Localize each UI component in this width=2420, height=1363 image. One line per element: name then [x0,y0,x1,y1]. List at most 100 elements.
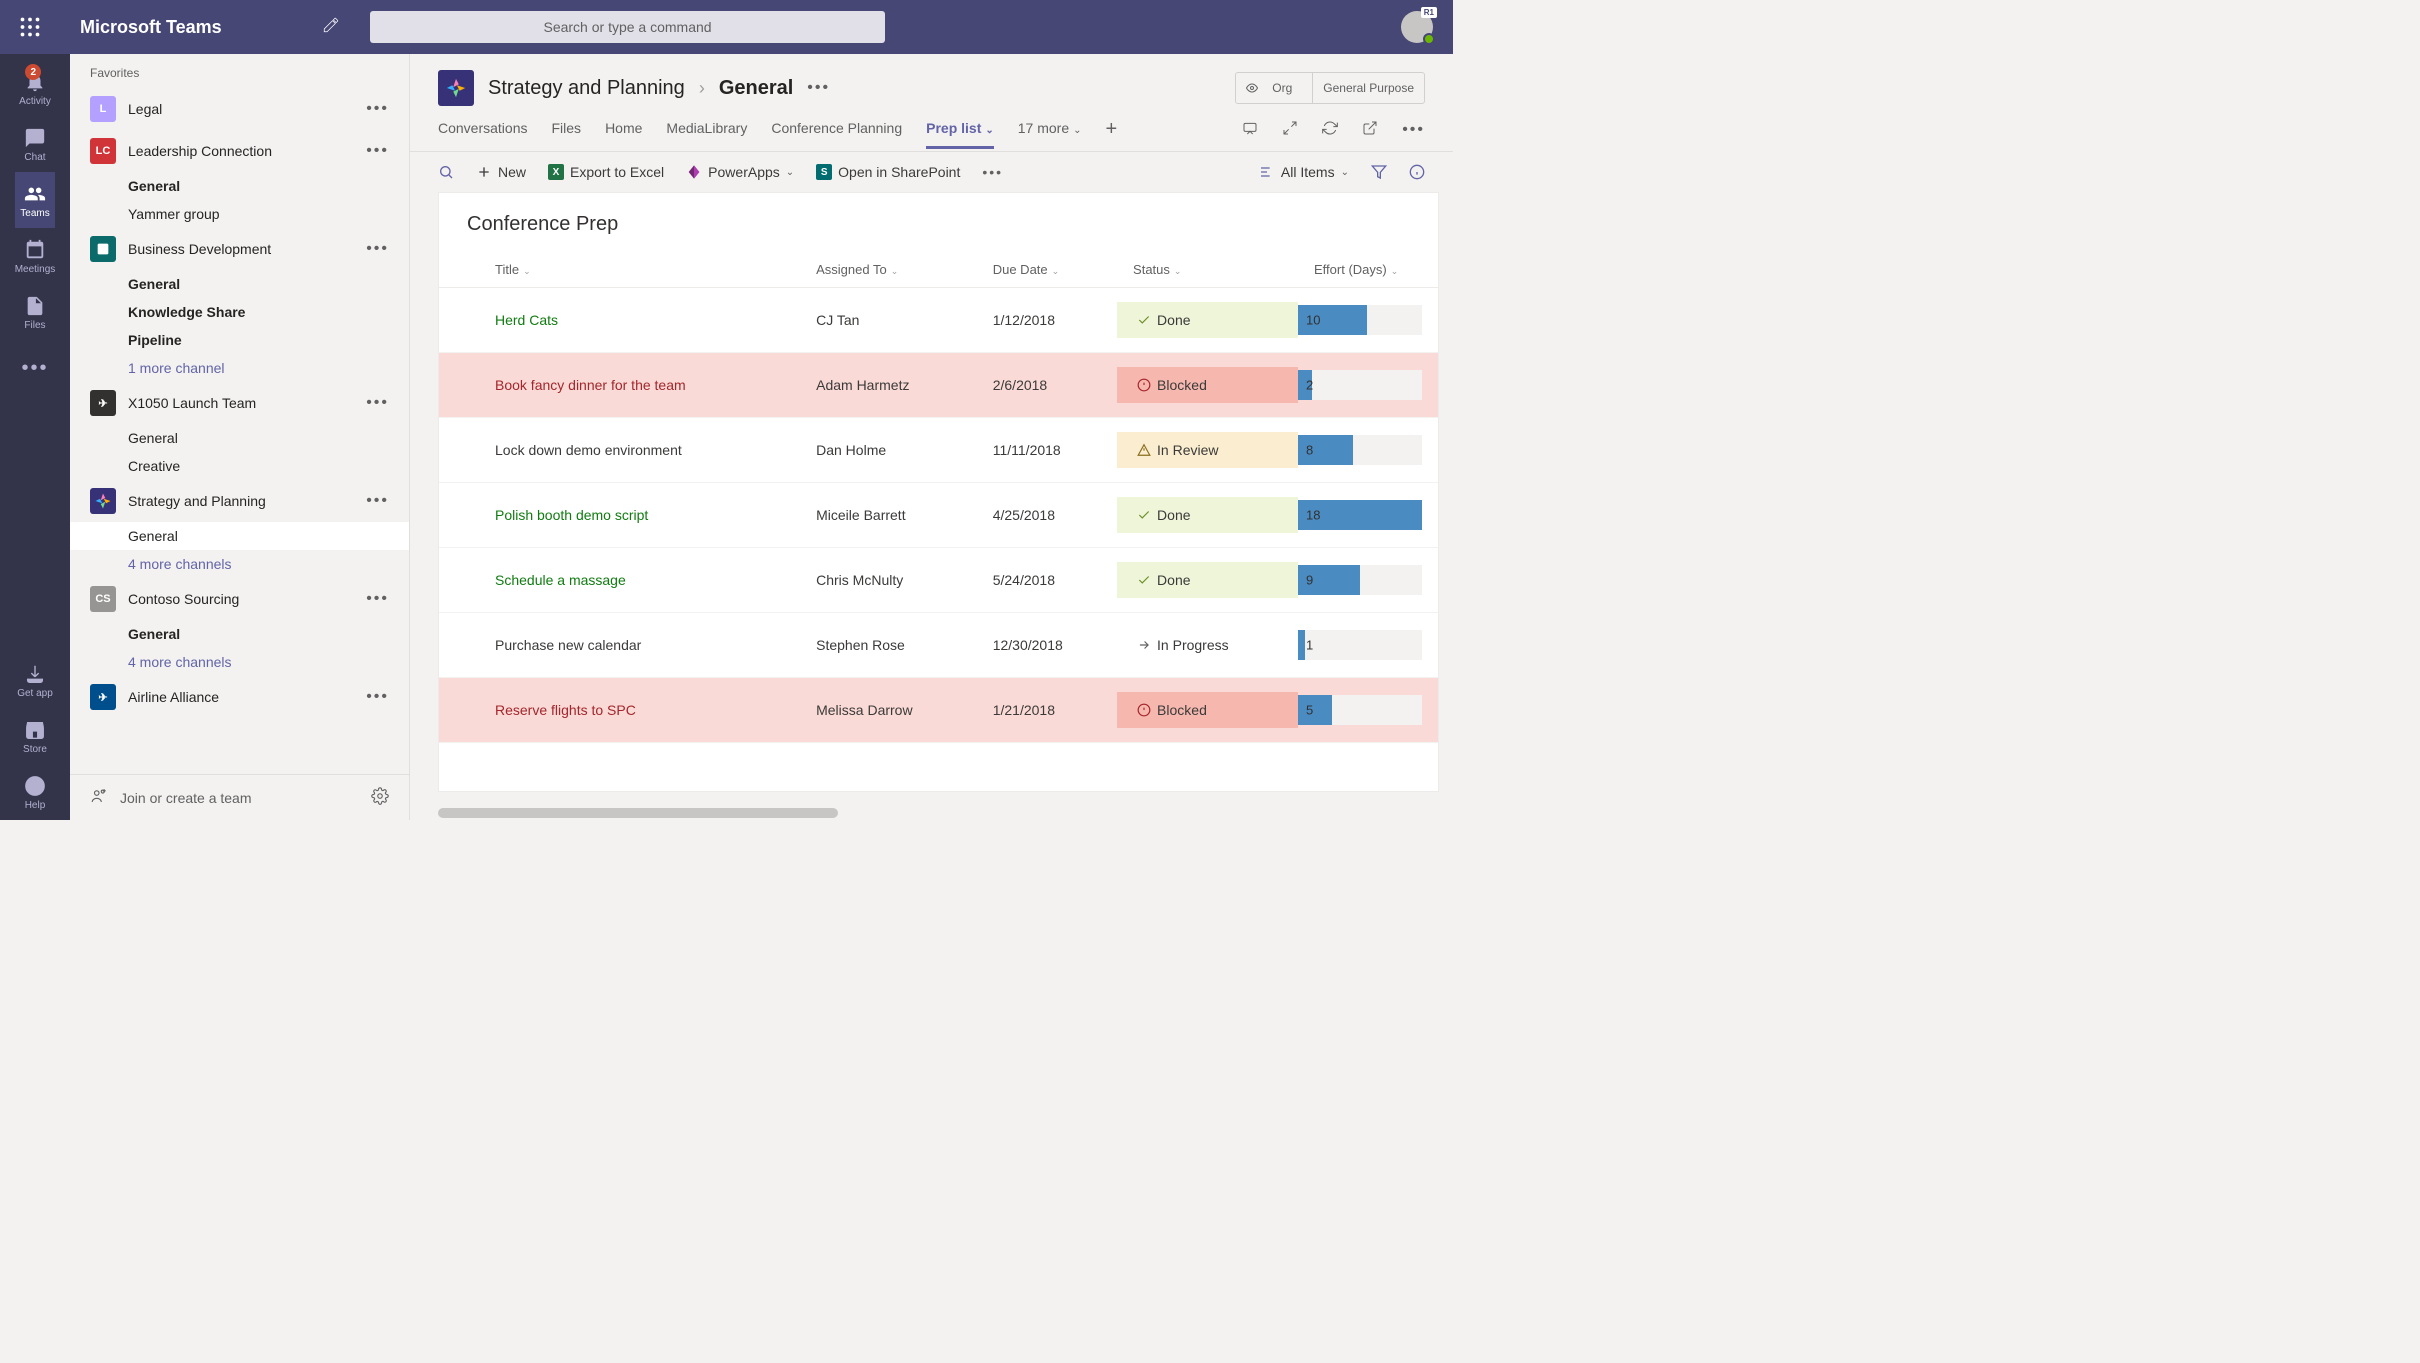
team-row[interactable]: Strategy and Planning ••• [70,480,409,522]
rail-item-meetings[interactable]: Meetings [15,228,56,284]
search-input[interactable]: Search or type a command [370,11,886,43]
team-name: Strategy and Planning [128,493,354,509]
cell-title[interactable]: Lock down demo environment [439,418,800,483]
team-row[interactable]: LCLeadership Connection••• [70,130,409,172]
horizontal-scrollbar[interactable] [438,806,1439,820]
team-name: X1050 Launch Team [128,395,354,411]
add-tab-button[interactable]: + [1106,118,1118,151]
rail-item-activity[interactable]: 2Activity [15,60,56,116]
table-row[interactable]: Polish booth demo scriptMiceile Barrett4… [439,483,1438,548]
channel-row[interactable]: General [70,620,409,648]
toolbar-sharepoint-button[interactable]: SOpen in SharePoint [816,164,960,180]
team-more-icon[interactable]: ••• [366,100,389,118]
toolbar-export-button[interactable]: XExport to Excel [548,164,664,180]
popout-icon[interactable] [1362,120,1378,149]
org-chip[interactable]: Org General Purpose [1235,72,1425,104]
rail-item-help[interactable]: Help [17,764,53,820]
team-row[interactable]: Business Development••• [70,228,409,270]
team-more-icon[interactable]: ••• [366,240,389,258]
sidebar-footer[interactable]: Join or create a team [70,774,409,820]
column-header[interactable]: Title⌄ [439,252,800,288]
cell-effort: 8 [1298,418,1438,483]
toolbar-filter-icon[interactable] [1371,164,1387,180]
column-header[interactable]: Due Date⌄ [977,252,1117,288]
refresh-icon[interactable] [1322,120,1338,149]
channel-row[interactable]: 4 more channels [70,648,409,676]
channel-row[interactable]: General [70,522,409,550]
teams-icon [23,182,47,206]
toolbar-view-button[interactable]: All Items⌄ [1259,164,1349,180]
compose-icon[interactable] [322,16,340,39]
table-row[interactable]: Herd CatsCJ Tan1/12/2018Done10 [439,288,1438,353]
channel-row[interactable]: 1 more channel [70,354,409,382]
team-row[interactable]: ✈X1050 Launch Team••• [70,382,409,424]
channel-row[interactable]: General [70,172,409,200]
rail-item-getapp[interactable]: Get app [17,652,53,708]
chat-icon [23,126,47,150]
table-row[interactable]: Purchase new calendarStephen Rose12/30/2… [439,613,1438,678]
rail-more[interactable]: ••• [0,340,70,396]
team-row[interactable]: ✈Airline Alliance••• [70,676,409,718]
column-header[interactable]: Effort (Days)⌄ [1298,252,1438,288]
team-row[interactable]: CSContoso Sourcing••• [70,578,409,620]
rail-item-files[interactable]: Files [15,284,56,340]
toolbar-search-icon[interactable] [438,164,454,180]
cell-title[interactable]: Purchase new calendar [439,613,800,678]
cell-title[interactable]: Polish booth demo script [439,483,800,548]
toolbar-more-icon[interactable]: ••• [982,164,1003,180]
rail-item-chat[interactable]: Chat [15,116,56,172]
channel-row[interactable]: Yammer group [70,200,409,228]
breadcrumb-channel[interactable]: General [719,77,793,100]
cell-effort: 2 [1298,353,1438,418]
tab-prep-list[interactable]: Prep list⌄ [926,120,994,149]
table-row[interactable]: Lock down demo environmentDan Holme11/11… [439,418,1438,483]
cell-status: Done [1117,288,1298,353]
toolbar-new-button[interactable]: New [476,164,526,180]
column-header[interactable]: Assigned To⌄ [800,252,977,288]
team-row[interactable]: LLegal••• [70,88,409,130]
expand-icon[interactable] [1282,120,1298,149]
conversation-panel-icon[interactable] [1242,120,1258,149]
files-icon [23,294,47,318]
team-more-icon[interactable]: ••• [366,688,389,706]
tab-conversations[interactable]: Conversations [438,120,528,149]
user-avatar[interactable]: R1 [1401,11,1433,43]
tab-more-icon[interactable]: ••• [1402,121,1425,149]
breadcrumb-team[interactable]: Strategy and Planning [488,77,685,100]
team-more-icon[interactable]: ••• [366,142,389,160]
rail-item-store[interactable]: Store [17,708,53,764]
cell-title[interactable]: Reserve flights to SPC [439,678,800,743]
channel-more-icon[interactable]: ••• [807,79,830,97]
toolbar-powerapps-button[interactable]: PowerApps⌄ [686,164,794,180]
tab-home[interactable]: Home [605,120,642,149]
channel-row[interactable]: General [70,424,409,452]
cell-due: 2/6/2018 [977,353,1117,418]
rail-item-teams[interactable]: Teams [15,172,56,228]
table-row[interactable]: Book fancy dinner for the teamAdam Harme… [439,353,1438,418]
table-row[interactable]: Reserve flights to SPCMelissa Darrow1/21… [439,678,1438,743]
table-row[interactable]: Schedule a massageChris McNulty5/24/2018… [439,548,1438,613]
column-header[interactable]: Status⌄ [1117,252,1298,288]
rail-label: Get app [17,688,53,699]
channel-row[interactable]: Knowledge Share [70,298,409,326]
cell-title[interactable]: Herd Cats [439,288,800,353]
tab-conference-planning[interactable]: Conference Planning [771,120,902,149]
team-more-icon[interactable]: ••• [366,394,389,412]
channel-row[interactable]: 4 more channels [70,550,409,578]
app-launcher-icon[interactable] [20,17,40,37]
team-more-icon[interactable]: ••• [366,492,389,510]
tab-files[interactable]: Files [552,120,582,149]
team-icon [438,70,474,106]
rail-label: Meetings [15,264,56,275]
channel-row[interactable]: General [70,270,409,298]
gear-icon[interactable] [371,787,389,808]
rail-label: Chat [24,152,45,163]
toolbar-info-icon[interactable] [1409,164,1425,180]
tab-more[interactable]: 17 more⌄ [1018,120,1082,149]
cell-title[interactable]: Book fancy dinner for the team [439,353,800,418]
team-more-icon[interactable]: ••• [366,590,389,608]
tab-medialibrary[interactable]: MediaLibrary [666,120,747,149]
channel-row[interactable]: Creative [70,452,409,480]
channel-row[interactable]: Pipeline [70,326,409,354]
cell-title[interactable]: Schedule a massage [439,548,800,613]
